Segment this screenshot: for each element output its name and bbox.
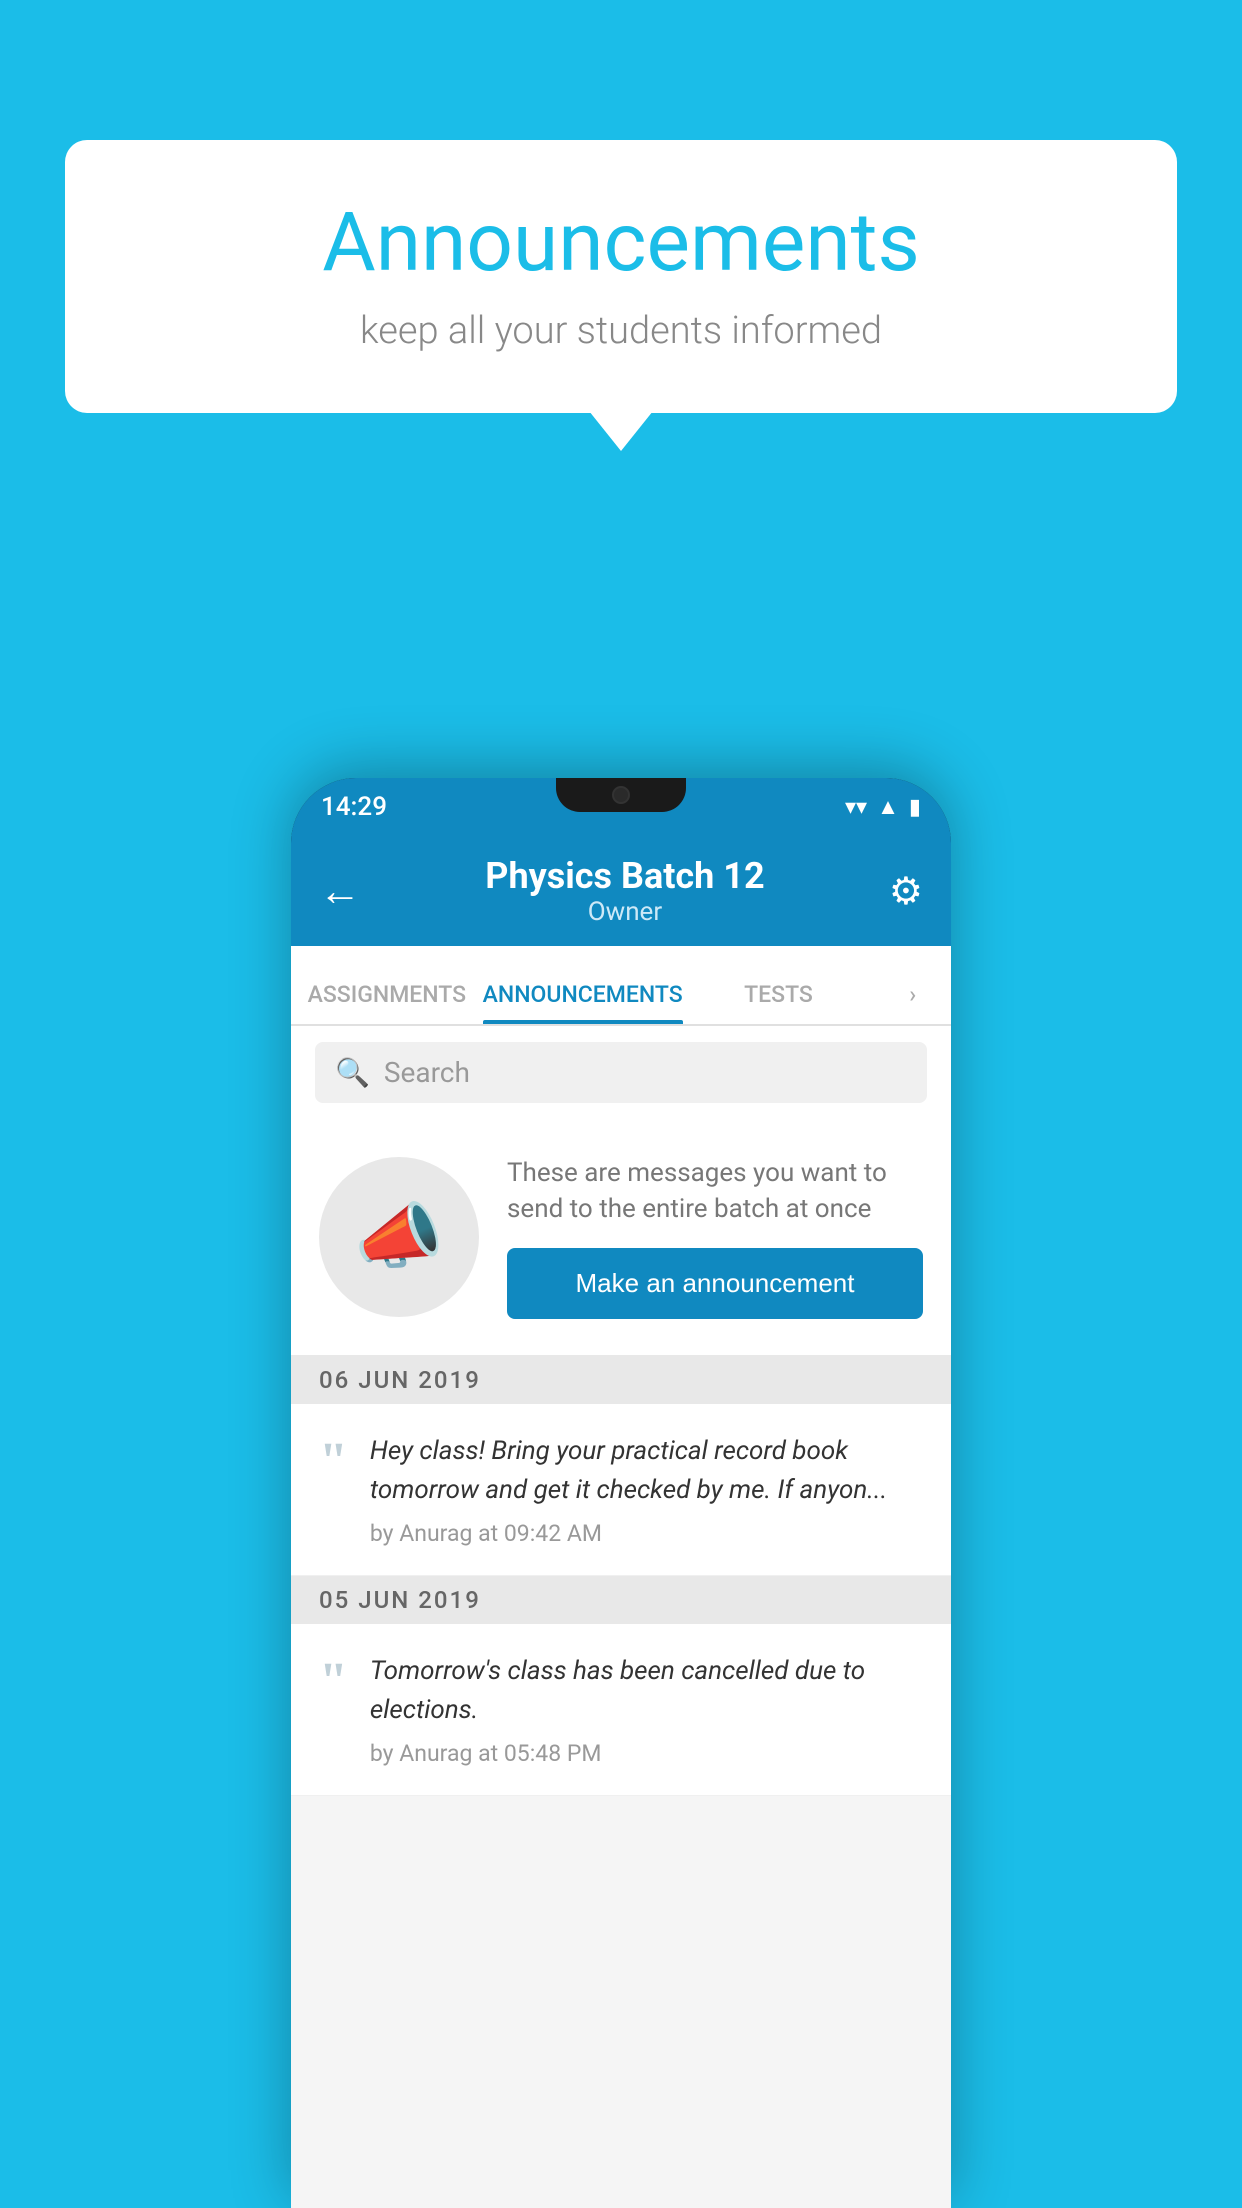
announcement-item-2: " Tomorrow's class has been cancelled du… — [291, 1624, 951, 1796]
announcement-prompt: 📣 These are messages you want to send to… — [291, 1119, 951, 1356]
quote-icon-2: " — [319, 1656, 348, 1708]
phone-content: 🔍 Search 📣 These are messages you want t… — [291, 1026, 951, 2208]
megaphone-icon: 📣 — [354, 1194, 444, 1279]
announcement-text-2: Tomorrow's class has been cancelled due … — [370, 1652, 923, 1767]
wifi-icon: ▾▾ — [845, 795, 867, 820]
settings-icon[interactable]: ⚙ — [889, 869, 923, 914]
tab-more[interactable]: › — [874, 981, 951, 1024]
phone-frame: 14:29 ▾▾ ▲ ▮ ← Physics Batch 12 Owner ⚙ … — [291, 778, 951, 2208]
status-icons: ▾▾ ▲ ▮ — [845, 794, 921, 820]
announcement-message-2: Tomorrow's class has been cancelled due … — [370, 1652, 923, 1730]
date-separator-1: 06 JUN 2019 — [291, 1356, 951, 1404]
tab-tests[interactable]: TESTS — [683, 981, 875, 1024]
speech-bubble: Announcements keep all your students inf… — [65, 140, 1177, 413]
tab-assignments[interactable]: ASSIGNMENTS — [291, 981, 483, 1024]
date-separator-2: 05 JUN 2019 — [291, 1576, 951, 1624]
app-bar-center: Physics Batch 12 Owner — [361, 855, 889, 927]
announcement-meta-1: by Anurag at 09:42 AM — [370, 1520, 923, 1547]
speech-bubble-section: Announcements keep all your students inf… — [65, 140, 1177, 413]
announcement-icon-circle: 📣 — [319, 1157, 479, 1317]
tab-bar: ASSIGNMENTS ANNOUNCEMENTS TESTS › — [291, 946, 951, 1026]
app-bar: ← Physics Batch 12 Owner ⚙ — [291, 836, 951, 946]
announcement-item-1: " Hey class! Bring your practical record… — [291, 1404, 951, 1576]
quote-icon-1: " — [319, 1436, 348, 1488]
announcement-message-1: Hey class! Bring your practical record b… — [370, 1432, 923, 1510]
app-bar-title: Physics Batch 12 — [361, 855, 889, 897]
front-camera — [612, 786, 630, 804]
make-announcement-button[interactable]: Make an announcement — [507, 1248, 923, 1319]
search-input[interactable]: Search — [384, 1056, 470, 1089]
announcement-right: These are messages you want to send to t… — [507, 1155, 923, 1319]
search-icon: 🔍 — [335, 1056, 370, 1089]
announcement-text-1: Hey class! Bring your practical record b… — [370, 1432, 923, 1547]
bubble-title: Announcements — [125, 195, 1117, 291]
bubble-subtitle: keep all your students informed — [125, 309, 1117, 353]
app-bar-subtitle: Owner — [361, 897, 889, 927]
signal-icon: ▲ — [877, 794, 899, 820]
search-bar-container: 🔍 Search — [291, 1026, 951, 1119]
announcement-description: These are messages you want to send to t… — [507, 1155, 923, 1228]
announcement-meta-2: by Anurag at 05:48 PM — [370, 1740, 923, 1767]
battery-icon: ▮ — [909, 795, 921, 820]
back-button[interactable]: ← — [319, 867, 361, 916]
tab-announcements[interactable]: ANNOUNCEMENTS — [483, 981, 683, 1024]
notch — [556, 778, 686, 812]
search-bar[interactable]: 🔍 Search — [315, 1042, 927, 1103]
status-bar: 14:29 ▾▾ ▲ ▮ — [291, 778, 951, 836]
status-time: 14:29 — [321, 792, 387, 822]
